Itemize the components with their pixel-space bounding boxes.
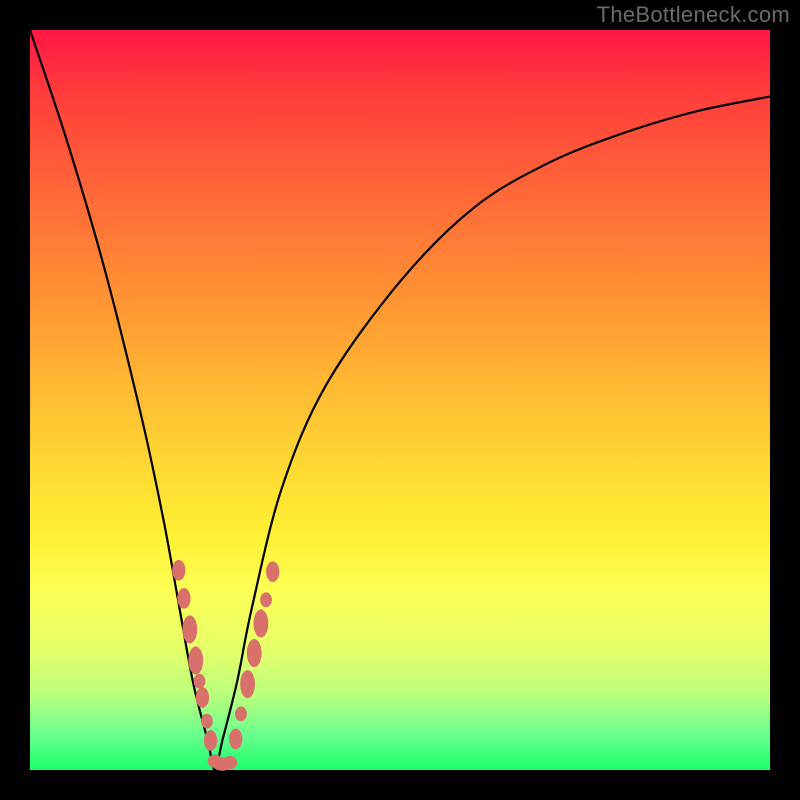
bottleneck-curve	[30, 30, 770, 770]
marker-point	[240, 670, 255, 698]
marker-point	[196, 687, 209, 708]
marker-point	[222, 756, 237, 769]
highlighted-points	[172, 560, 279, 771]
chart-svg	[30, 30, 770, 770]
chart-frame: TheBottleneck.com	[0, 0, 800, 800]
marker-point	[260, 592, 272, 607]
marker-point	[182, 615, 197, 643]
marker-point	[247, 639, 262, 667]
marker-point	[253, 609, 268, 637]
marker-point	[235, 706, 247, 721]
marker-point	[177, 588, 190, 609]
marker-point	[188, 646, 203, 674]
marker-point	[229, 729, 242, 750]
marker-point	[204, 730, 217, 751]
marker-point	[201, 714, 213, 729]
plot-area	[30, 30, 770, 770]
marker-point	[194, 674, 206, 689]
marker-point	[266, 561, 279, 582]
marker-point	[172, 560, 185, 581]
watermark-text: TheBottleneck.com	[597, 2, 790, 28]
